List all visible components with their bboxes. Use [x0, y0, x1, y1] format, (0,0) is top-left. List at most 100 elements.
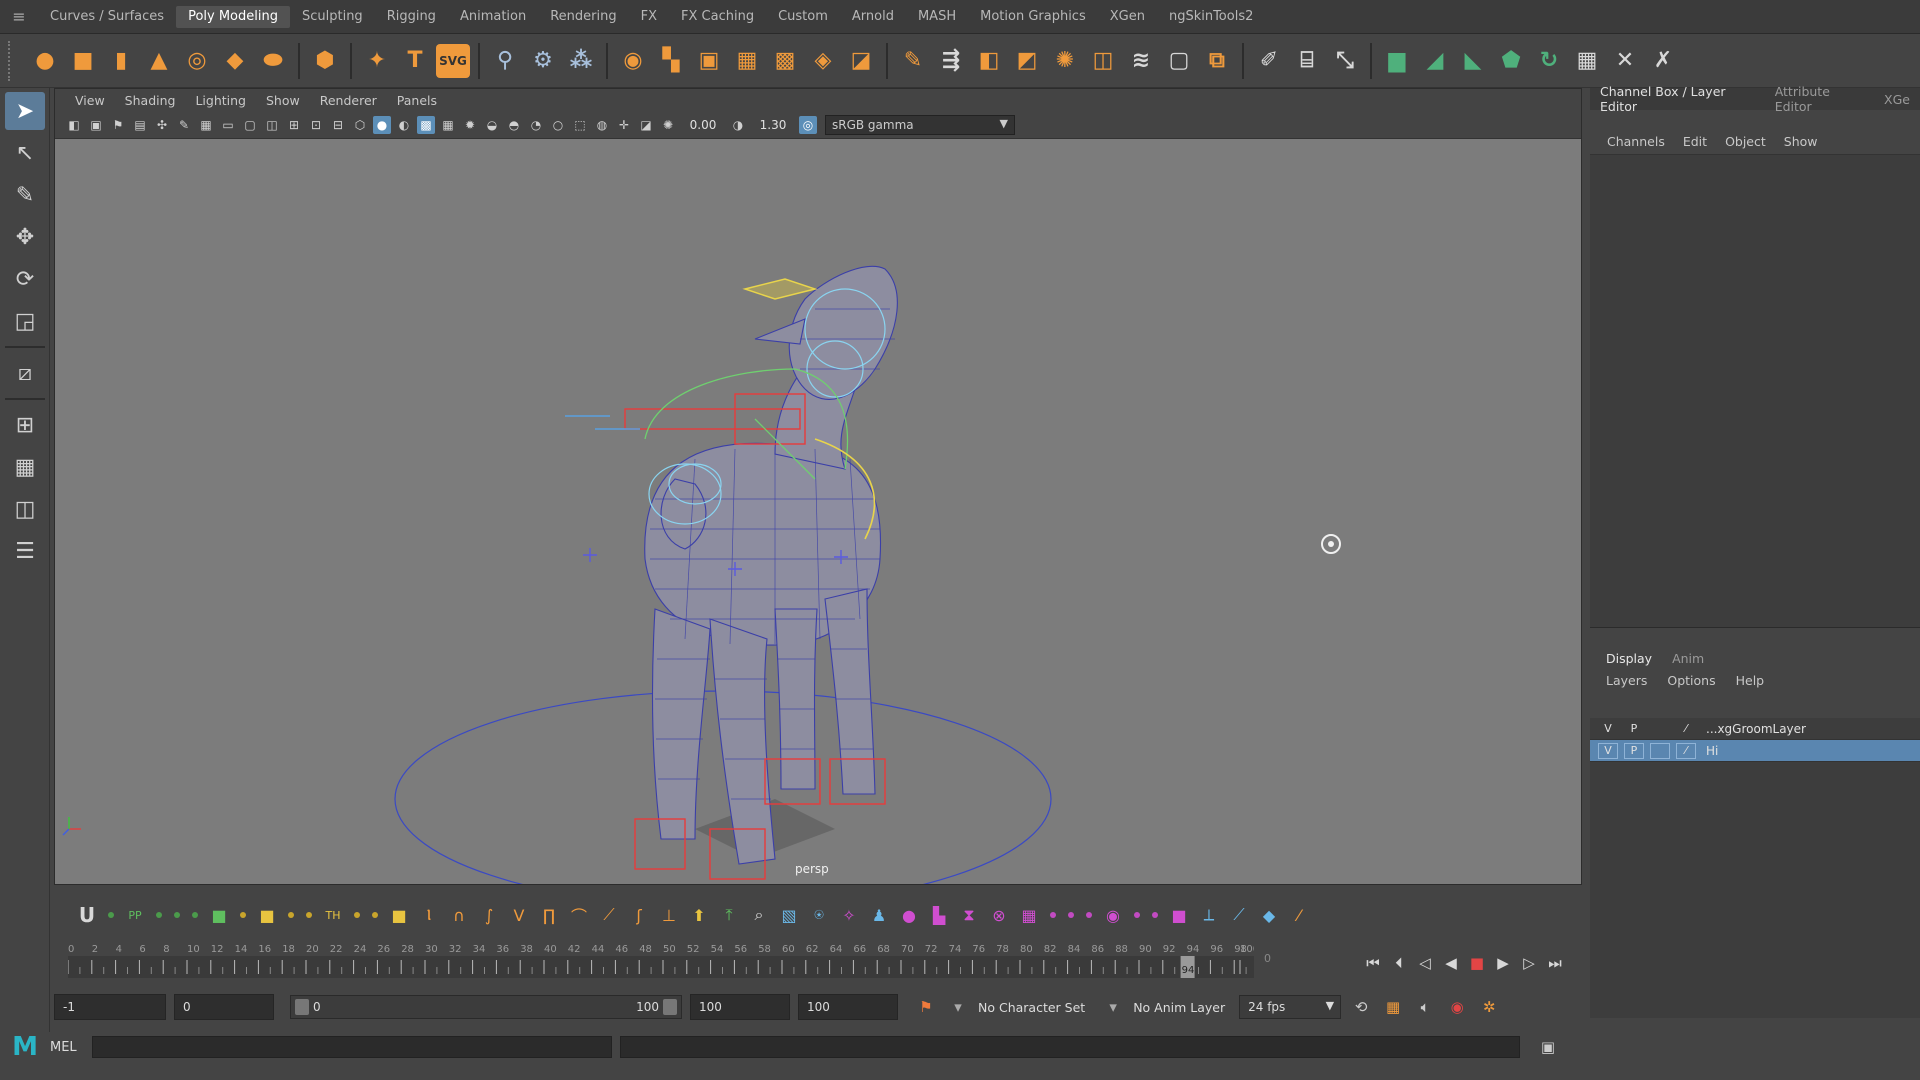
menu-channels[interactable]: Channels	[1598, 134, 1674, 149]
quad-draw-icon[interactable]: ✺	[1048, 44, 1082, 78]
multi-cut-icon[interactable]: ✎	[896, 44, 930, 78]
anim-end-field[interactable]: 100	[798, 994, 898, 1020]
shadows-icon[interactable]: ◒	[483, 116, 501, 134]
anti-aliasing-icon[interactable]: ○	[549, 116, 567, 134]
stop-icon[interactable]: ■	[1464, 952, 1490, 974]
layer-visibility-toggle[interactable]: V	[1598, 742, 1618, 759]
stepped-next-icon[interactable]: ʃ	[628, 904, 650, 926]
bookmarks-icon[interactable]: ⚑	[109, 116, 127, 134]
tab-fx[interactable]: FX	[629, 6, 669, 28]
key-green-icon[interactable]: ■	[208, 904, 230, 926]
plateau-tangent-icon[interactable]: ⌒	[568, 904, 590, 926]
tab-animation[interactable]: Animation	[448, 6, 538, 28]
mirror-weights-icon[interactable]: ◣	[1456, 44, 1490, 78]
tab-ngskintools2[interactable]: ngSkinTools2	[1157, 6, 1265, 28]
tab-motion-graphics[interactable]: Motion Graphics	[968, 6, 1098, 28]
motion-trail-icon[interactable]: ✧	[838, 904, 860, 926]
loop-icon[interactable]: ⟲	[1349, 995, 1373, 1019]
cut-uv-icon[interactable]: ✐	[1252, 44, 1286, 78]
planar-map-icon[interactable]: ⧉	[1200, 44, 1234, 78]
tab-channel-box[interactable]: Channel Box / Layer Editor	[1590, 84, 1765, 114]
wireframe-icon[interactable]: ⬡	[351, 116, 369, 134]
camera-attributes-icon[interactable]: ▣	[87, 116, 105, 134]
auto-tangent-icon[interactable]: ⟋	[598, 904, 620, 926]
layer-row[interactable]: V P ⁄ Hi	[1590, 740, 1920, 762]
current-frame-field[interactable]: -1	[54, 994, 166, 1020]
step-tangent-icon[interactable]: Ⲓ	[418, 904, 440, 926]
paint-weights-icon[interactable]: ◢	[1418, 44, 1452, 78]
super-shape-icon[interactable]: ✦	[360, 44, 394, 78]
viewport-menu-view[interactable]: View	[65, 93, 115, 108]
range-start-handle[interactable]	[295, 999, 309, 1015]
cache-playback-icon[interactable]: ▦	[1381, 995, 1405, 1019]
tab-curves-surfaces[interactable]: Curves / Surfaces	[38, 6, 176, 28]
offset-edge-loop-icon[interactable]: ◩	[1010, 44, 1044, 78]
set-breakdown-icon[interactable]: ⤒	[718, 904, 740, 926]
mel-label[interactable]: MEL	[50, 1040, 92, 1055]
xray-icon[interactable]: ◍	[593, 116, 611, 134]
ik-fk-icon[interactable]: ⊥	[658, 904, 680, 926]
magnet-icon[interactable]: U	[76, 903, 98, 927]
tab-poly-modeling[interactable]: Poly Modeling	[176, 5, 290, 28]
viewport-menu-panels[interactable]: Panels	[387, 93, 447, 108]
insert-edge-loop-icon[interactable]: ◧	[972, 44, 1006, 78]
key-tick-icon[interactable]: ◉	[1445, 995, 1469, 1019]
four-view-layout-icon[interactable]: ▦	[5, 448, 45, 486]
safe-title-icon[interactable]: ⊟	[329, 116, 347, 134]
layer-color-swatch-icon[interactable]: ⁄	[1676, 742, 1696, 759]
poly-plane-icon[interactable]: ◆	[218, 44, 252, 78]
xray-joints-icon[interactable]: ✛	[615, 116, 633, 134]
set-key-icon[interactable]: ⬆	[688, 904, 710, 926]
slide-edge-icon[interactable]: ≋	[1124, 44, 1158, 78]
tab-attribute-editor[interactable]: Attribute Editor	[1765, 84, 1874, 114]
pole-vector-icon[interactable]: ■	[1168, 904, 1190, 926]
menu-edit[interactable]: Edit	[1674, 134, 1716, 149]
tab-xgen[interactable]: XGen	[1098, 6, 1157, 28]
go-to-start-icon[interactable]: ⏮	[1360, 952, 1386, 974]
viewport-panel[interactable]: View Shading Lighting Show Renderer Pane…	[54, 88, 1582, 885]
time-slider-track[interactable]	[68, 956, 1254, 978]
relax-tool-icon[interactable]: ✕	[1608, 44, 1642, 78]
select-camera-icon[interactable]: ◧	[65, 116, 83, 134]
step-forward-frame-icon[interactable]: ▷	[1516, 952, 1542, 974]
copy-weights-icon[interactable]: ⬟	[1494, 44, 1528, 78]
linear-tangent-icon[interactable]: V	[508, 904, 530, 926]
target-weld-icon[interactable]: ⇶	[934, 44, 968, 78]
extrude-icon[interactable]: ▣	[692, 44, 726, 78]
smooth-icon[interactable]: ⁂	[564, 44, 598, 78]
graph-editor-icon[interactable]: ⌕	[748, 904, 770, 926]
close-tool-icon[interactable]: ✗	[1646, 44, 1680, 78]
time-slider-ruler[interactable]: 0 2 4 6 8 10 12 14 16 18 20 22 24 26 28 30 32 34 36 38 40 42 4…	[68, 940, 1254, 980]
orient-constraint-icon[interactable]: ⊗	[988, 904, 1010, 926]
fill-hole-icon[interactable]: ▩	[768, 44, 802, 78]
ambient-occlusion-icon[interactable]: ◓	[505, 116, 523, 134]
play-forwards-icon[interactable]: ▶	[1490, 952, 1516, 974]
sew-uv-icon[interactable]: ⤡	[1328, 44, 1362, 78]
clamped-tangent-icon[interactable]: ∫	[478, 904, 500, 926]
single-perspective-layout-icon[interactable]: ⊞	[5, 406, 45, 444]
fps-dropdown[interactable]: 24 fps ▼	[1239, 995, 1342, 1019]
dope-sheet-icon[interactable]: ▧	[778, 904, 800, 926]
point-constraint-icon[interactable]: ⧗	[958, 904, 980, 926]
textured-icon[interactable]: ▦	[439, 116, 457, 134]
image-plane-icon[interactable]: ▤	[131, 116, 149, 134]
menu-show[interactable]: Show	[1775, 134, 1827, 149]
skin-bind-icon[interactable]: ◆	[1258, 904, 1280, 926]
tween-icon[interactable]: TH	[322, 904, 344, 926]
backface-culling-icon[interactable]: ◪	[637, 116, 655, 134]
key-yellow-icon[interactable]: ■	[388, 904, 410, 926]
tab-display[interactable]: Display	[1596, 651, 1662, 666]
channel-list[interactable]	[1590, 154, 1920, 628]
bevel-icon[interactable]: ▦	[730, 44, 764, 78]
auto-key-icon[interactable]: ⚑	[914, 995, 938, 1019]
layer-visibility-toggle[interactable]: V	[1598, 721, 1618, 737]
blend-shape-icon[interactable]: ⁄	[1288, 904, 1310, 926]
viewport-menu-lighting[interactable]: Lighting	[185, 93, 256, 108]
combine-icon[interactable]: ⚲	[488, 44, 522, 78]
ghost-icon[interactable]: ⍟	[808, 904, 830, 926]
film-gate-icon[interactable]: ▭	[219, 116, 237, 134]
anim-layer-dropdown-icon[interactable]: ▾	[1101, 995, 1125, 1019]
flat-tangent-icon[interactable]: ∏	[538, 904, 560, 926]
safe-action-icon[interactable]: ⊡	[307, 116, 325, 134]
mirror-icon[interactable]: ◉	[616, 44, 650, 78]
